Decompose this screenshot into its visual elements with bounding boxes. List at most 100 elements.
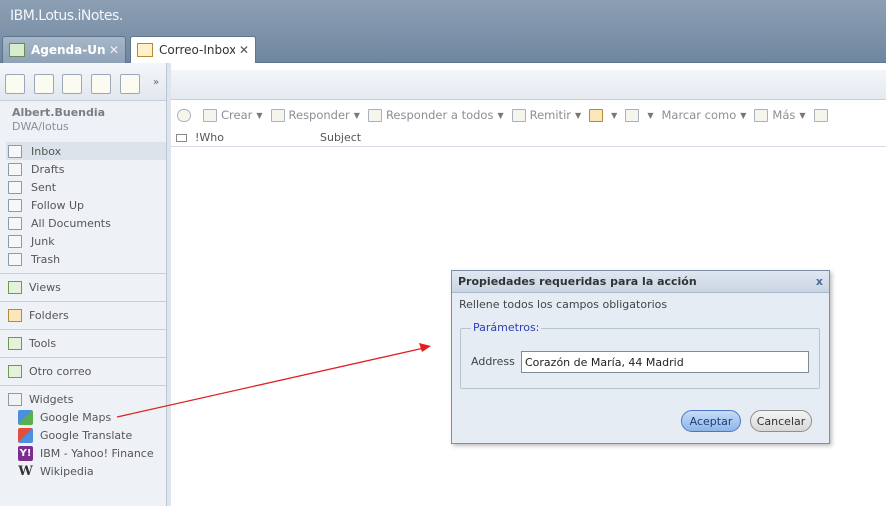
message-list-header: !Who Subject	[171, 129, 886, 147]
widget-label: Wikipedia	[40, 464, 94, 478]
print-button[interactable]	[813, 108, 832, 122]
dropdown-arrow-icon[interactable]: ▼	[256, 111, 262, 120]
tab-label: Agenda-Un ...	[31, 43, 105, 57]
mail-launch-icon[interactable]	[5, 74, 25, 94]
google-translate-icon	[18, 427, 33, 443]
dropdown-arrow-icon[interactable]: ▼	[740, 111, 746, 120]
sidebar-item-label: All Documents	[31, 216, 111, 230]
todo-launch-icon[interactable]	[91, 74, 111, 94]
trash-icon	[754, 108, 769, 122]
remitir-label: Remitir	[529, 108, 571, 122]
tools-icon	[8, 336, 22, 350]
dropdown-arrow-icon[interactable]: ▼	[497, 111, 503, 120]
cancelar-button[interactable]: Cancelar	[750, 410, 812, 432]
tab-label: Correo-Inbox	[159, 43, 235, 57]
parameters-fieldset: Parámetros: Address	[460, 321, 820, 389]
address-input[interactable]	[521, 351, 809, 373]
sidebar-item-label: Inbox	[31, 144, 62, 158]
app-titlebar: IBM.Lotus.iNotes.	[0, 0, 886, 34]
sidebar-item-follow-up[interactable]: Follow Up	[6, 196, 166, 214]
widget-label: Google Maps	[40, 410, 112, 424]
section-label: Tools	[29, 336, 57, 350]
envelope-icon[interactable]	[176, 133, 187, 142]
reply-all-icon	[367, 108, 382, 122]
sidebar-section-tools[interactable]: Tools	[0, 329, 166, 356]
column-subject[interactable]: Subject	[320, 131, 361, 144]
mas-button[interactable]: Más ▼	[754, 108, 806, 122]
app-title: IBM.Lotus.iNotes.	[10, 8, 123, 24]
sidebar-item-all-documents[interactable]: All Documents	[6, 214, 166, 232]
dropdown-arrow-icon[interactable]: ▼	[611, 111, 617, 120]
chevron-more-icon[interactable]: »	[153, 77, 159, 88]
widget-label: IBM - Yahoo! Finance	[40, 446, 154, 460]
responder-todos-label: Responder a todos	[385, 108, 494, 122]
close-icon[interactable]: ✕	[109, 43, 119, 57]
calendar-icon	[9, 43, 25, 57]
sidebar-item-label: Drafts	[31, 162, 65, 176]
marcar-como-button[interactable]: Marcar como ▼	[661, 108, 746, 122]
section-label: Folders	[29, 308, 69, 322]
close-icon[interactable]: x	[816, 275, 823, 288]
required-properties-dialog: Propiedades requeridas para la acción x …	[451, 270, 830, 444]
notebook-launch-icon[interactable]	[120, 74, 140, 94]
folder-button[interactable]: ▼	[589, 108, 617, 122]
sidebar-launch-toolbar: »	[0, 63, 166, 101]
remitir-button[interactable]: Remitir ▼	[511, 108, 581, 122]
crear-label: Crear	[221, 108, 253, 122]
dialog-title: Propiedades requeridas para la acción	[458, 275, 697, 288]
mas-label: Más	[772, 108, 796, 122]
sidebar-item-drafts[interactable]: Drafts	[6, 160, 166, 178]
flag-icon	[625, 108, 640, 122]
widget-yahoo-finance[interactable]: Y! IBM - Yahoo! Finance	[18, 444, 154, 462]
address-label: Address	[471, 355, 515, 368]
section-label: Views	[29, 280, 61, 294]
sidebar: » Albert.Buendia DWA/lotus Inbox Drafts …	[0, 63, 167, 506]
section-label: Widgets	[29, 392, 74, 406]
reply-icon	[270, 108, 285, 122]
tab-bar: Agenda-Un ... ✕ Correo-Inbox ✕	[0, 34, 886, 63]
google-maps-icon	[18, 409, 33, 425]
dialog-title-bar[interactable]: Propiedades requeridas para la acción x	[452, 271, 829, 293]
sidebar-section-views[interactable]: Views	[0, 273, 166, 300]
print-icon	[813, 108, 828, 122]
sidebar-item-trash[interactable]: Trash	[6, 250, 166, 268]
sidebar-item-label: Trash	[31, 252, 61, 266]
main-header-bar	[171, 70, 886, 100]
aceptar-button[interactable]: Aceptar	[681, 410, 741, 432]
calendar-launch-icon[interactable]	[34, 74, 54, 94]
sidebar-item-inbox[interactable]: Inbox	[6, 142, 166, 160]
widget-wikipedia[interactable]: W Wikipedia	[18, 462, 94, 480]
dropdown-arrow-icon[interactable]: ▼	[647, 111, 653, 120]
responder-label: Responder	[288, 108, 350, 122]
sidebar-section-otro-correo[interactable]: Otro correo	[0, 357, 166, 384]
responder-todos-button[interactable]: Responder a todos ▼	[367, 108, 504, 122]
crear-button[interactable]: Crear ▼	[203, 108, 263, 122]
sidebar-item-junk[interactable]: Junk	[6, 232, 166, 250]
sidebar-section-folders[interactable]: Folders	[0, 301, 166, 328]
parameters-legend: Parámetros:	[471, 321, 542, 334]
user-name: Albert.Buendia	[12, 106, 106, 119]
dropdown-arrow-icon[interactable]: ▼	[575, 111, 581, 120]
tab-correo-inbox[interactable]: Correo-Inbox ✕	[130, 36, 256, 63]
sidebar-item-sent[interactable]: Sent	[6, 178, 166, 196]
mail-icon	[137, 43, 153, 57]
column-who[interactable]: !Who	[195, 131, 320, 144]
dropdown-arrow-icon[interactable]: ▼	[354, 111, 360, 120]
folder-icon	[589, 108, 604, 122]
flag-button[interactable]: ▼	[625, 108, 653, 122]
drafts-icon	[8, 162, 22, 176]
inbox-icon	[8, 144, 22, 158]
responder-button[interactable]: Responder ▼	[270, 108, 360, 122]
widget-google-translate[interactable]: Google Translate	[18, 426, 132, 444]
dropdown-arrow-icon[interactable]: ▼	[799, 111, 805, 120]
other-mail-icon	[8, 364, 22, 378]
tab-agenda[interactable]: Agenda-Un ... ✕	[2, 36, 126, 63]
forward-icon	[511, 108, 526, 122]
user-server: DWA/lotus	[12, 120, 69, 133]
contacts-launch-icon[interactable]	[62, 74, 82, 94]
refresh-button[interactable]	[177, 108, 195, 122]
dialog-instruction: Rellene todos los campos obligatorios	[459, 298, 668, 311]
widget-google-maps[interactable]: Google Maps	[18, 408, 111, 426]
close-icon[interactable]: ✕	[239, 43, 249, 57]
wikipedia-icon: W	[18, 463, 33, 479]
